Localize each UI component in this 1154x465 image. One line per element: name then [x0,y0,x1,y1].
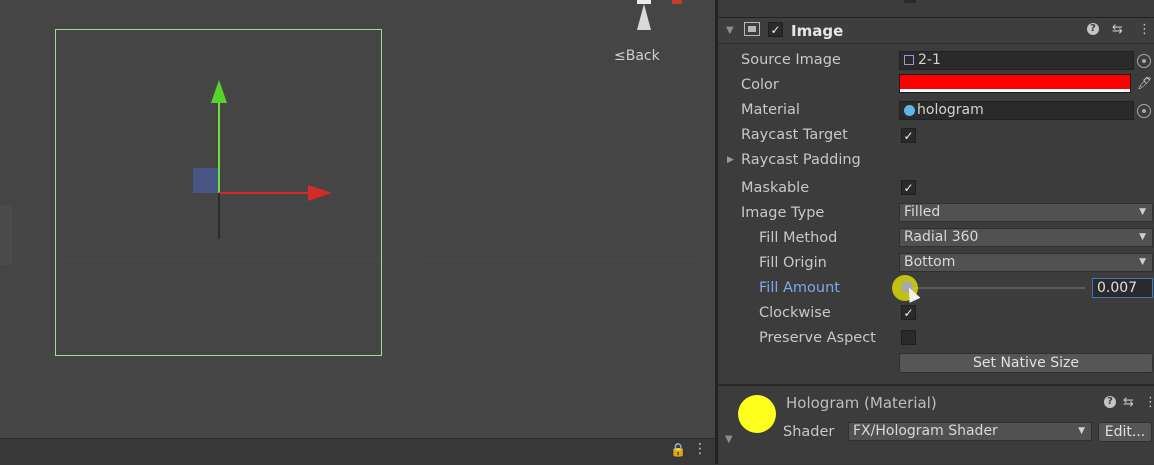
raycast-padding-label[interactable]: Raycast Padding [741,152,861,168]
fill-method-label: Fill Method [759,230,838,246]
fill-amount-label: Fill Amount [759,280,840,296]
object-picker-icon[interactable] [1137,104,1151,118]
image-type-label: Image Type [741,205,825,221]
material-foldout-icon[interactable]: ▼ [725,434,733,445]
fill-origin-label: Fill Origin [759,255,827,271]
fill-origin-value: Bottom [904,254,956,270]
scene-view[interactable]: ≤Back [0,0,715,438]
color-alpha-bar [900,89,1130,92]
inspector-panel: ▼ ✓ Image ? ⇆ ⋮ Source Image 2-1 Color 🖊… [718,0,1154,464]
orientation-cone-icon[interactable] [637,4,651,30]
component-menu-icon[interactable]: ⋮ [1138,22,1151,37]
preserve-aspect-checkbox[interactable] [901,330,916,345]
maskable-checkbox[interactable]: ✓ [901,180,916,195]
x-axis-arrow-icon [308,185,332,201]
scene-menu-icon[interactable]: ⋮ [693,441,707,457]
image-component-icon [744,22,760,36]
back-arrow-icon: ≤ [614,48,626,64]
move-tool-gizmo[interactable] [180,75,340,245]
presets-icon[interactable]: ⇆ [1112,22,1123,37]
image-type-dropdown[interactable]: Filled ▼ [899,203,1153,222]
material-label: Material [741,102,800,118]
y-axis-arrow-icon [211,80,227,103]
chevron-down-icon: ▼ [1139,207,1146,217]
component-title: Image [791,22,844,40]
material-preview-sphere [738,395,776,433]
component-enabled-checkbox[interactable]: ✓ [768,22,783,37]
set-native-size-button[interactable]: Set Native Size [899,353,1153,373]
color-field[interactable] [899,74,1131,93]
component-menu-icon[interactable]: ⋮ [1144,395,1154,410]
object-picker-icon[interactable] [1137,54,1151,68]
source-image-value: 2-1 [918,52,941,68]
previous-component-checkbox[interactable] [904,0,916,3]
clockwise-label: Clockwise [759,305,831,321]
preserve-aspect-label: Preserve Aspect [759,330,876,346]
back-label: Back [625,48,660,64]
scene-background-detail [0,205,12,265]
expand-arrow-icon[interactable]: ▶ [727,155,734,165]
shader-dropdown[interactable]: FX/Hologram Shader ▼ [848,422,1092,441]
scene-status-bar [0,438,715,465]
xy-plane-handle [193,168,218,193]
sprite-icon [904,55,914,65]
edit-shader-button[interactable]: Edit... [1098,422,1152,442]
source-image-field[interactable]: 2-1 [899,51,1134,70]
raycast-target-checkbox[interactable]: ✓ [901,128,916,143]
raycast-target-label: Raycast Target [741,127,848,143]
image-component-header[interactable]: ▼ ✓ Image ? ⇆ ⋮ [718,17,1154,44]
presets-icon[interactable]: ⇆ [1123,395,1134,410]
lock-icon[interactable]: 🔒 [670,443,686,458]
chevron-down-icon: ▼ [1078,426,1085,436]
color-label: Color [741,77,779,93]
foldout-arrow-icon[interactable]: ▼ [726,25,734,36]
shader-value: FX/Hologram Shader [853,423,998,439]
fill-amount-input[interactable]: 0.007 [1092,278,1153,298]
fill-method-value: Radial 360 [904,229,979,245]
material-icon [904,105,915,116]
eyedropper-icon[interactable]: 🖊 [1137,76,1152,90]
material-field[interactable]: hologram [899,101,1134,120]
material-value: hologram [917,102,984,118]
material-title: Hologram (Material) [786,394,937,412]
clockwise-checkbox[interactable]: ✓ [901,305,916,320]
fill-origin-dropdown[interactable]: Bottom ▼ [899,253,1153,272]
orientation-x-cone-icon[interactable] [672,0,682,4]
help-icon[interactable]: ? [1087,23,1099,35]
fill-amount-slider-track[interactable] [907,287,1085,289]
help-icon[interactable]: ? [1104,396,1116,408]
maskable-label: Maskable [741,180,810,196]
image-type-value: Filled [904,204,941,220]
back-button[interactable]: ≤Back [614,48,660,64]
chevron-down-icon: ▼ [1139,257,1146,267]
section-divider [718,384,1154,386]
fill-method-dropdown[interactable]: Radial 360 ▼ [899,228,1153,247]
scene-background-detail [420,260,700,261]
chevron-down-icon: ▼ [1139,232,1146,242]
source-image-label: Source Image [741,52,841,68]
shader-label: Shader [783,424,835,440]
